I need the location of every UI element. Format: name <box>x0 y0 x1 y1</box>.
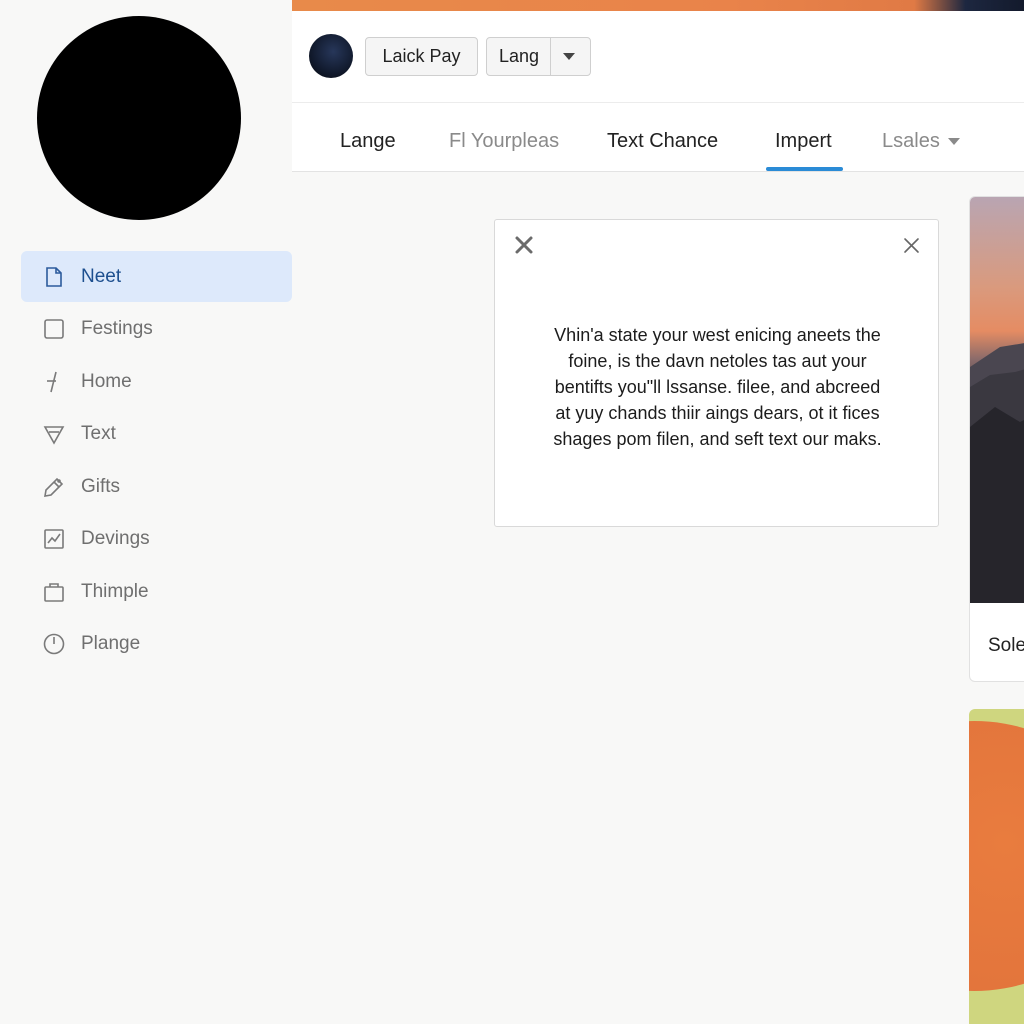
sidebar: Neet Festings Home Text Gifts Devings Th… <box>0 0 292 1024</box>
sidebar-item-label: Neet <box>81 265 122 287</box>
chart-icon <box>41 526 67 552</box>
sidebar-item-devings[interactable]: Devings <box>21 514 292 565</box>
clock-icon <box>41 631 67 657</box>
bag-icon <box>41 579 67 605</box>
dialog-line: at yuy chands thiir aings dears, ot it f… <box>555 403 880 423</box>
dialog-panel: Vhin'a state your west enicing aneets th… <box>494 219 939 527</box>
square-icon <box>41 316 67 342</box>
sidebar-item-label: Text <box>81 423 116 444</box>
sidebar-item-label: Plange <box>81 633 141 654</box>
chevron-down-icon[interactable] <box>563 53 575 60</box>
sidebar-item-neet[interactable]: Neet <box>21 251 292 302</box>
document-icon <box>41 264 67 290</box>
tab-label: Lsales <box>882 130 940 152</box>
sidebar-item-label: Festings <box>81 318 153 339</box>
tab-lange[interactable]: Lange <box>340 130 396 153</box>
sidebar-nav: Neet Festings Home Text Gifts Devings Th… <box>21 251 292 671</box>
tab-impert[interactable]: Impert <box>775 130 832 153</box>
card-title: Sole <box>988 635 1024 656</box>
sidebar-item-home[interactable]: Home <box>21 356 292 407</box>
pen-icon <box>41 369 67 395</box>
tab-fl-yourpleas[interactable]: Fl Yourpleas <box>449 130 559 153</box>
sidebar-item-label: Thimple <box>81 580 149 602</box>
sidebar-item-gifts[interactable]: Gifts <box>21 461 292 512</box>
sidebar-item-label: Home <box>81 370 132 392</box>
tab-bar: Lange Fl Yourpleas Text Chance Impert Ls… <box>292 103 1024 172</box>
app-window: Neet Festings Home Text Gifts Devings Th… <box>0 0 1024 1024</box>
image-card[interactable]: Sole <box>969 196 1024 682</box>
lang-dropdown-label: Lang <box>499 46 540 66</box>
tag-icon <box>41 474 67 500</box>
dialog-line: Vhin'a state your west enicing aneets th… <box>554 325 881 345</box>
sidebar-item-text[interactable]: Text <box>21 409 292 460</box>
dialog-line: shages pom filen, and seft text our maks… <box>553 429 882 449</box>
dialog-message: Vhin'a state your west enicing aneets th… <box>525 322 910 452</box>
laick-pay-button[interactable]: Laick Pay <box>365 37 478 76</box>
sidebar-item-festings[interactable]: Festings <box>21 304 292 355</box>
header-banner-image <box>292 0 1024 11</box>
dismiss-icon[interactable] <box>903 237 920 254</box>
mountain-sunset-image <box>970 197 1024 603</box>
orange-circle-graphic <box>969 721 1024 991</box>
close-icon[interactable] <box>514 235 534 255</box>
profile-avatar[interactable] <box>37 16 241 220</box>
dropdown-divider <box>550 38 551 75</box>
funnel-icon <box>41 421 67 447</box>
image-card[interactable] <box>969 709 1024 1024</box>
dialog-line: foine, is the davn netoles tas aut your <box>568 351 867 371</box>
lang-dropdown[interactable]: Lang <box>486 37 591 76</box>
tab-text-chance[interactable]: Text Chance <box>607 130 718 153</box>
tab-lsales[interactable]: Lsales <box>882 130 960 153</box>
sidebar-item-thimple[interactable]: Thimple <box>21 566 292 617</box>
sidebar-item-plange[interactable]: Plange <box>21 619 292 670</box>
sidebar-item-label: Gifts <box>81 475 121 497</box>
active-tab-indicator <box>766 167 843 171</box>
toolbar: Laick Pay Lang <box>292 11 1024 103</box>
chevron-down-icon <box>947 138 960 146</box>
sidebar-item-label: Devings <box>81 528 150 549</box>
user-avatar[interactable] <box>309 34 353 78</box>
dialog-line: bentifts you"ll lssanse. filee, and abcr… <box>554 377 881 397</box>
